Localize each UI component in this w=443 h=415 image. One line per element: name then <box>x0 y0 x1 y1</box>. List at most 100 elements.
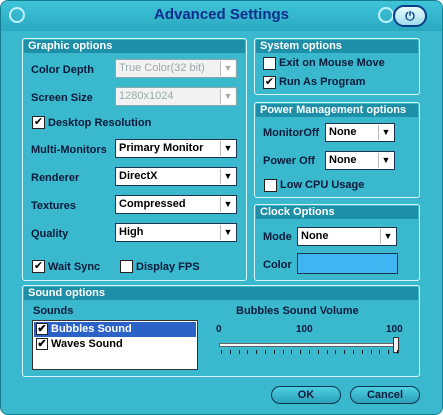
textures-value: Compressed <box>119 198 186 210</box>
cancel-button[interactable]: Cancel <box>350 386 420 404</box>
screen-size-value: 1280x1024 <box>119 90 174 102</box>
slider-tick <box>256 350 258 354</box>
renderer-label: Renderer <box>31 172 80 184</box>
power-management-title: Power Management options <box>256 104 418 117</box>
power-icon: ⏻ <box>405 9 415 23</box>
clock-color-label: Color <box>263 259 292 271</box>
bubbles-sound-checkbox[interactable]: ✔ <box>36 323 48 335</box>
clock-mode-select[interactable]: None ▼ <box>297 227 397 246</box>
run-as-program-checkbox[interactable]: ✔ <box>263 76 276 89</box>
chevron-down-icon: ▼ <box>220 89 235 104</box>
clock-mode-value: None <box>301 230 329 242</box>
color-depth-label: Color Depth <box>31 64 94 76</box>
slider-tick <box>397 350 398 354</box>
renderer-value: DirectX <box>119 170 158 182</box>
chevron-down-icon: ▼ <box>220 169 235 184</box>
run-as-program-label: Run As Program <box>279 76 366 88</box>
slider-tick <box>388 350 390 354</box>
graphic-options-title: Graphic options <box>24 40 245 53</box>
volume-min-label: 0 <box>216 324 222 335</box>
multi-monitors-value: Primary Monitor <box>119 142 204 154</box>
screen-size-label: Screen Size <box>31 92 93 104</box>
slider-tick <box>282 350 284 354</box>
display-fps-checkbox[interactable] <box>120 260 133 273</box>
textures-select[interactable]: Compressed ▼ <box>115 195 237 214</box>
desktop-resolution-label: Desktop Resolution <box>48 117 152 129</box>
slider-tick <box>309 350 310 354</box>
slider-tick <box>370 350 372 354</box>
volume-slider-track[interactable] <box>219 343 399 347</box>
slider-tick <box>317 350 319 354</box>
chevron-down-icon: ▼ <box>220 225 235 240</box>
slider-tick <box>335 350 337 354</box>
exit-on-mouse-move-label: Exit on Mouse Move <box>279 57 385 69</box>
sounds-label: Sounds <box>33 305 74 317</box>
monitor-off-value: None <box>329 126 357 138</box>
sound-item-label: Waves Sound <box>51 338 123 350</box>
window-title: Advanced Settings <box>153 6 290 23</box>
system-options-group: System options Exit on Mouse Move ✔ Run … <box>254 38 420 95</box>
power-management-group: Power Management options MonitorOff None… <box>254 102 420 198</box>
waves-sound-checkbox[interactable]: ✔ <box>36 338 48 350</box>
clock-options-title: Clock Options <box>256 206 418 219</box>
power-off-select[interactable]: None ▼ <box>325 151 395 170</box>
volume-max-label: 100 <box>386 324 403 335</box>
system-options-title: System options <box>256 40 418 53</box>
wait-sync-checkbox[interactable]: ✔ <box>32 260 45 273</box>
advanced-settings-window: Advanced Settings ⏻ Graphic options Colo… <box>0 0 443 415</box>
clock-options-group: Clock Options Mode None ▼ Color <box>254 204 420 281</box>
power-off-label: Power Off <box>263 155 315 167</box>
display-fps-label: Display FPS <box>136 261 200 273</box>
low-cpu-usage-checkbox[interactable] <box>264 179 277 192</box>
screen-size-select[interactable]: 1280x1024 ▼ <box>115 87 237 106</box>
quality-select[interactable]: High ▼ <box>115 223 237 242</box>
slider-tick <box>344 350 346 354</box>
volume-slider-thumb[interactable] <box>393 337 399 353</box>
clock-color-swatch[interactable] <box>297 253 398 274</box>
slider-tick <box>326 350 328 354</box>
chevron-down-icon: ▼ <box>380 229 395 244</box>
chevron-down-icon: ▼ <box>220 61 235 76</box>
volume-label: Bubbles Sound Volume <box>236 305 359 317</box>
slider-tick <box>361 350 363 354</box>
sounds-list[interactable]: ✔ Bubbles Sound ✔ Waves Sound <box>32 320 198 370</box>
slider-tick <box>291 350 293 354</box>
power-off-value: None <box>329 154 357 166</box>
power-button[interactable]: ⏻ <box>393 5 427 27</box>
title-bar[interactable]: Advanced Settings ⏻ <box>1 1 442 31</box>
monitor-off-label: MonitorOff <box>263 127 320 139</box>
volume-mid-label: 100 <box>296 324 313 335</box>
quality-value: High <box>119 226 144 238</box>
chevron-down-icon: ▼ <box>220 141 235 156</box>
slider-tick <box>265 350 266 354</box>
low-cpu-usage-label: Low CPU Usage <box>280 179 365 191</box>
slider-tick <box>221 350 222 354</box>
multi-monitors-select[interactable]: Primary Monitor ▼ <box>115 139 237 158</box>
renderer-select[interactable]: DirectX ▼ <box>115 167 237 186</box>
monitor-off-select[interactable]: None ▼ <box>325 123 395 142</box>
slider-tick <box>273 350 275 354</box>
chevron-down-icon: ▼ <box>378 153 393 168</box>
slider-tick <box>238 350 240 354</box>
ok-button[interactable]: OK <box>271 386 341 404</box>
color-depth-select[interactable]: True Color(32 bit) ▼ <box>115 59 237 78</box>
slider-tick <box>379 350 381 354</box>
wait-sync-label: Wait Sync <box>48 261 101 273</box>
desktop-resolution-checkbox[interactable]: ✔ <box>32 116 45 129</box>
sound-item-label: Bubbles Sound <box>51 323 132 335</box>
sound-item-bubbles[interactable]: ✔ Bubbles Sound <box>34 322 196 337</box>
sound-options-group: Sound options Sounds ✔ Bubbles Sound ✔ W… <box>22 285 420 377</box>
textures-label: Textures <box>31 200 77 212</box>
chevron-down-icon: ▼ <box>220 197 235 212</box>
slider-tick <box>247 350 249 354</box>
graphic-options-group: Graphic options Color Depth True Color(3… <box>22 38 247 281</box>
slider-tick <box>353 350 354 354</box>
sound-item-waves[interactable]: ✔ Waves Sound <box>34 337 196 352</box>
slider-tick <box>300 350 302 354</box>
exit-on-mouse-move-checkbox[interactable] <box>263 57 276 70</box>
clock-mode-label: Mode <box>263 231 292 243</box>
multi-monitors-label: Multi-Monitors <box>31 144 107 156</box>
sound-options-title: Sound options <box>24 287 418 300</box>
quality-label: Quality <box>31 228 69 240</box>
chevron-down-icon: ▼ <box>378 125 393 140</box>
